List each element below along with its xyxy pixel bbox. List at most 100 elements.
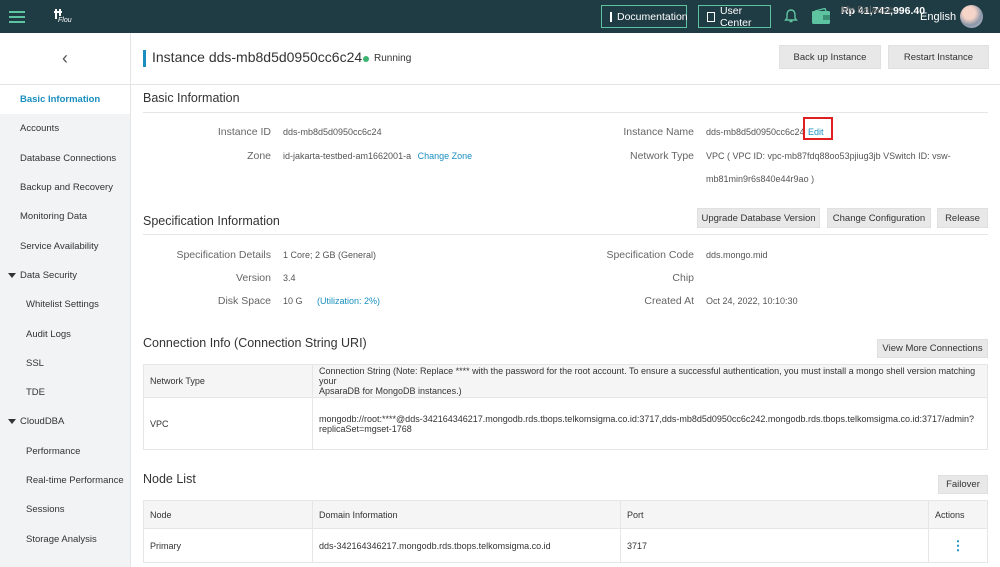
sidebar-item-basic-information[interactable]: Basic Information [0, 85, 130, 115]
node-list-title: Node List [143, 472, 196, 486]
connection-table: Network Type Connection String (Note: Re… [143, 364, 988, 450]
balance-label: My Balance [841, 5, 894, 16]
divider [143, 112, 988, 113]
created-at-value: Oct 24, 2022, 10:10:30 [706, 296, 798, 306]
backup-instance-button[interactable]: Back up Instance [779, 45, 881, 69]
sidebar-item-audit-logs[interactable]: Audit Logs [0, 319, 130, 348]
sidebar-item-service-availability[interactable]: Service Availability [0, 231, 130, 260]
utilization-link[interactable]: (Utilization: 2%) [317, 296, 380, 306]
sidebar-group-data-security[interactable]: Data Security [0, 261, 130, 290]
col-connection-string: Connection String (Note: Replace **** wi… [312, 364, 988, 398]
sidebar-item-sessions[interactable]: Sessions [0, 495, 130, 524]
change-configuration-button[interactable]: Change Configuration [827, 208, 931, 228]
node-cell: Primary [143, 528, 313, 563]
sidebar-item-backup-recovery[interactable]: Backup and Recovery [0, 173, 130, 202]
sidebar-item-monitoring-data[interactable]: Monitoring Data [0, 202, 130, 231]
version-value: 3.4 [283, 273, 296, 283]
port-cell: 3717 [620, 528, 929, 563]
row-connection-string-line2: replicaSet=mgset-1768 [319, 423, 412, 434]
sidebar-group-clouddba[interactable]: CloudDBA [0, 407, 130, 436]
created-at-label: Created At [644, 295, 694, 307]
col-actions: Actions [928, 500, 988, 529]
bell-icon[interactable] [783, 8, 799, 24]
network-type-line2: mb81min9r6s840e44r9ao ) [706, 174, 815, 184]
title-accent [143, 50, 146, 67]
user-center-button[interactable]: User Center [698, 4, 771, 29]
upgrade-version-button[interactable]: Upgrade Database Version [697, 208, 820, 228]
status-dot-icon [363, 55, 369, 62]
status-text: Running [374, 53, 412, 64]
sidebar-item-tde[interactable]: TDE [0, 378, 130, 407]
spec-details-label: Specification Details [176, 249, 271, 261]
failover-button[interactable]: Failover [938, 475, 988, 494]
connection-info-title: Connection Info (Connection String URI) [143, 336, 367, 350]
node-table: Node Domain Information Port Actions Pri… [143, 500, 988, 563]
domain-cell: dds-342164346217.mongodb.rds.tbops.telko… [312, 528, 621, 563]
row-network-type: VPC [143, 397, 313, 450]
col-connection-string-line2: ApsaraDB for MongoDB instances.) [319, 386, 462, 396]
version-label: Version [235, 272, 271, 284]
monitor-icon [707, 11, 715, 22]
caret-down-icon [8, 419, 16, 425]
basic-info-title: Basic Information [143, 91, 240, 105]
documentation-label: Documentation [617, 10, 688, 23]
zone-value: id-jakarta-testbed-am1662001-a Change Zo… [283, 151, 472, 161]
main-content: Instance dds-mb8d5d0950cc6c24 Running Ba… [131, 33, 1000, 567]
col-port: Port [620, 500, 929, 529]
col-network-type: Network Type [143, 364, 313, 398]
wallet-icon[interactable] [811, 8, 831, 25]
view-more-connections-button[interactable]: View More Connections [877, 339, 988, 358]
zone-text: id-jakarta-testbed-am1662001-a [283, 151, 412, 161]
page-header: Instance dds-mb8d5d0950cc6c24 Running Ba… [131, 33, 1000, 85]
top-bar: Flou Documentation User Center My Balanc… [0, 0, 1000, 33]
sidebar-group-label: Data Security [20, 269, 78, 281]
instance-name-value: dds-mb8d5d0950cc6c24 [706, 127, 805, 137]
disk-space-value: 10 G (Utilization: 2%) [283, 296, 380, 306]
avatar[interactable] [960, 5, 983, 28]
network-type-line1: VPC ( VPC ID: vpc-mb87fdq88oo53pjiug3jb … [706, 151, 951, 161]
row-connection-string-line1: mongodb://root:****@dds-342164346217.mon… [319, 413, 975, 424]
back-button[interactable]: ‹ [0, 33, 130, 85]
spec-details-value: 1 Core; 2 GB (General) [283, 250, 377, 260]
sidebar-item-accounts[interactable]: Accounts [0, 114, 130, 143]
page-title: Instance dds-mb8d5d0950cc6c24 [152, 49, 363, 65]
sidebar-item-database-connections[interactable]: Database Connections [0, 144, 130, 173]
spec-info-title: Specification Information [143, 214, 280, 228]
restart-instance-button[interactable]: Restart Instance [888, 45, 989, 69]
disk-space-label: Disk Space [217, 295, 271, 307]
documentation-button[interactable]: Documentation [601, 5, 688, 28]
col-connection-string-line1: Connection String (Note: Replace **** wi… [319, 366, 976, 386]
release-button[interactable]: Release [937, 208, 988, 228]
sidebar-item-ssl[interactable]: SSL [0, 349, 130, 378]
logo[interactable]: Flou [50, 6, 74, 28]
table-header-row: Network Type Connection String (Note: Re… [143, 364, 988, 398]
user-center-label: User Center [719, 4, 752, 29]
chevron-left-icon: ‹ [62, 48, 68, 68]
sidebar-item-performance[interactable]: Performance [0, 437, 130, 466]
table-header-row: Node Domain Information Port Actions [143, 500, 988, 529]
row-connection-string[interactable]: mongodb://root:****@dds-342164346217.mon… [312, 397, 988, 450]
change-zone-link[interactable]: Change Zone [418, 151, 473, 161]
spec-code-value: dds.mongo.mid [706, 250, 768, 260]
instance-name-label: Instance Name [623, 126, 694, 138]
table-row: VPC mongodb://root:****@dds-342164346217… [143, 397, 988, 450]
sidebar-group-label: CloudDBA [20, 416, 65, 428]
sidebar-item-whitelist-settings[interactable]: Whitelist Settings [0, 290, 130, 319]
col-domain: Domain Information [312, 500, 621, 529]
chip-label: Chip [672, 272, 694, 284]
network-type-label: Network Type [630, 150, 694, 162]
disk-text: 10 G [283, 296, 303, 306]
sidebar-item-realtime-performance[interactable]: Real-time Performance [0, 466, 130, 495]
actions-cell: ⋮ [928, 528, 988, 563]
more-actions-icon[interactable]: ⋮ [952, 538, 965, 553]
zone-label: Zone [247, 150, 271, 162]
sidebar-item-storage-analysis[interactable]: Storage Analysis [0, 524, 130, 553]
menu-icon[interactable] [0, 0, 34, 33]
language-selector[interactable]: English [920, 11, 956, 23]
instance-id-value: dds-mb8d5d0950cc6c24 [283, 127, 382, 137]
divider [143, 234, 988, 235]
balance[interactable]: My Balance Rp 41,742,996.40 [841, 5, 925, 17]
table-row: Primary dds-342164346217.mongodb.rds.tbo… [143, 528, 988, 563]
highlight-box [803, 117, 833, 140]
spec-code-label: Specification Code [606, 249, 694, 261]
